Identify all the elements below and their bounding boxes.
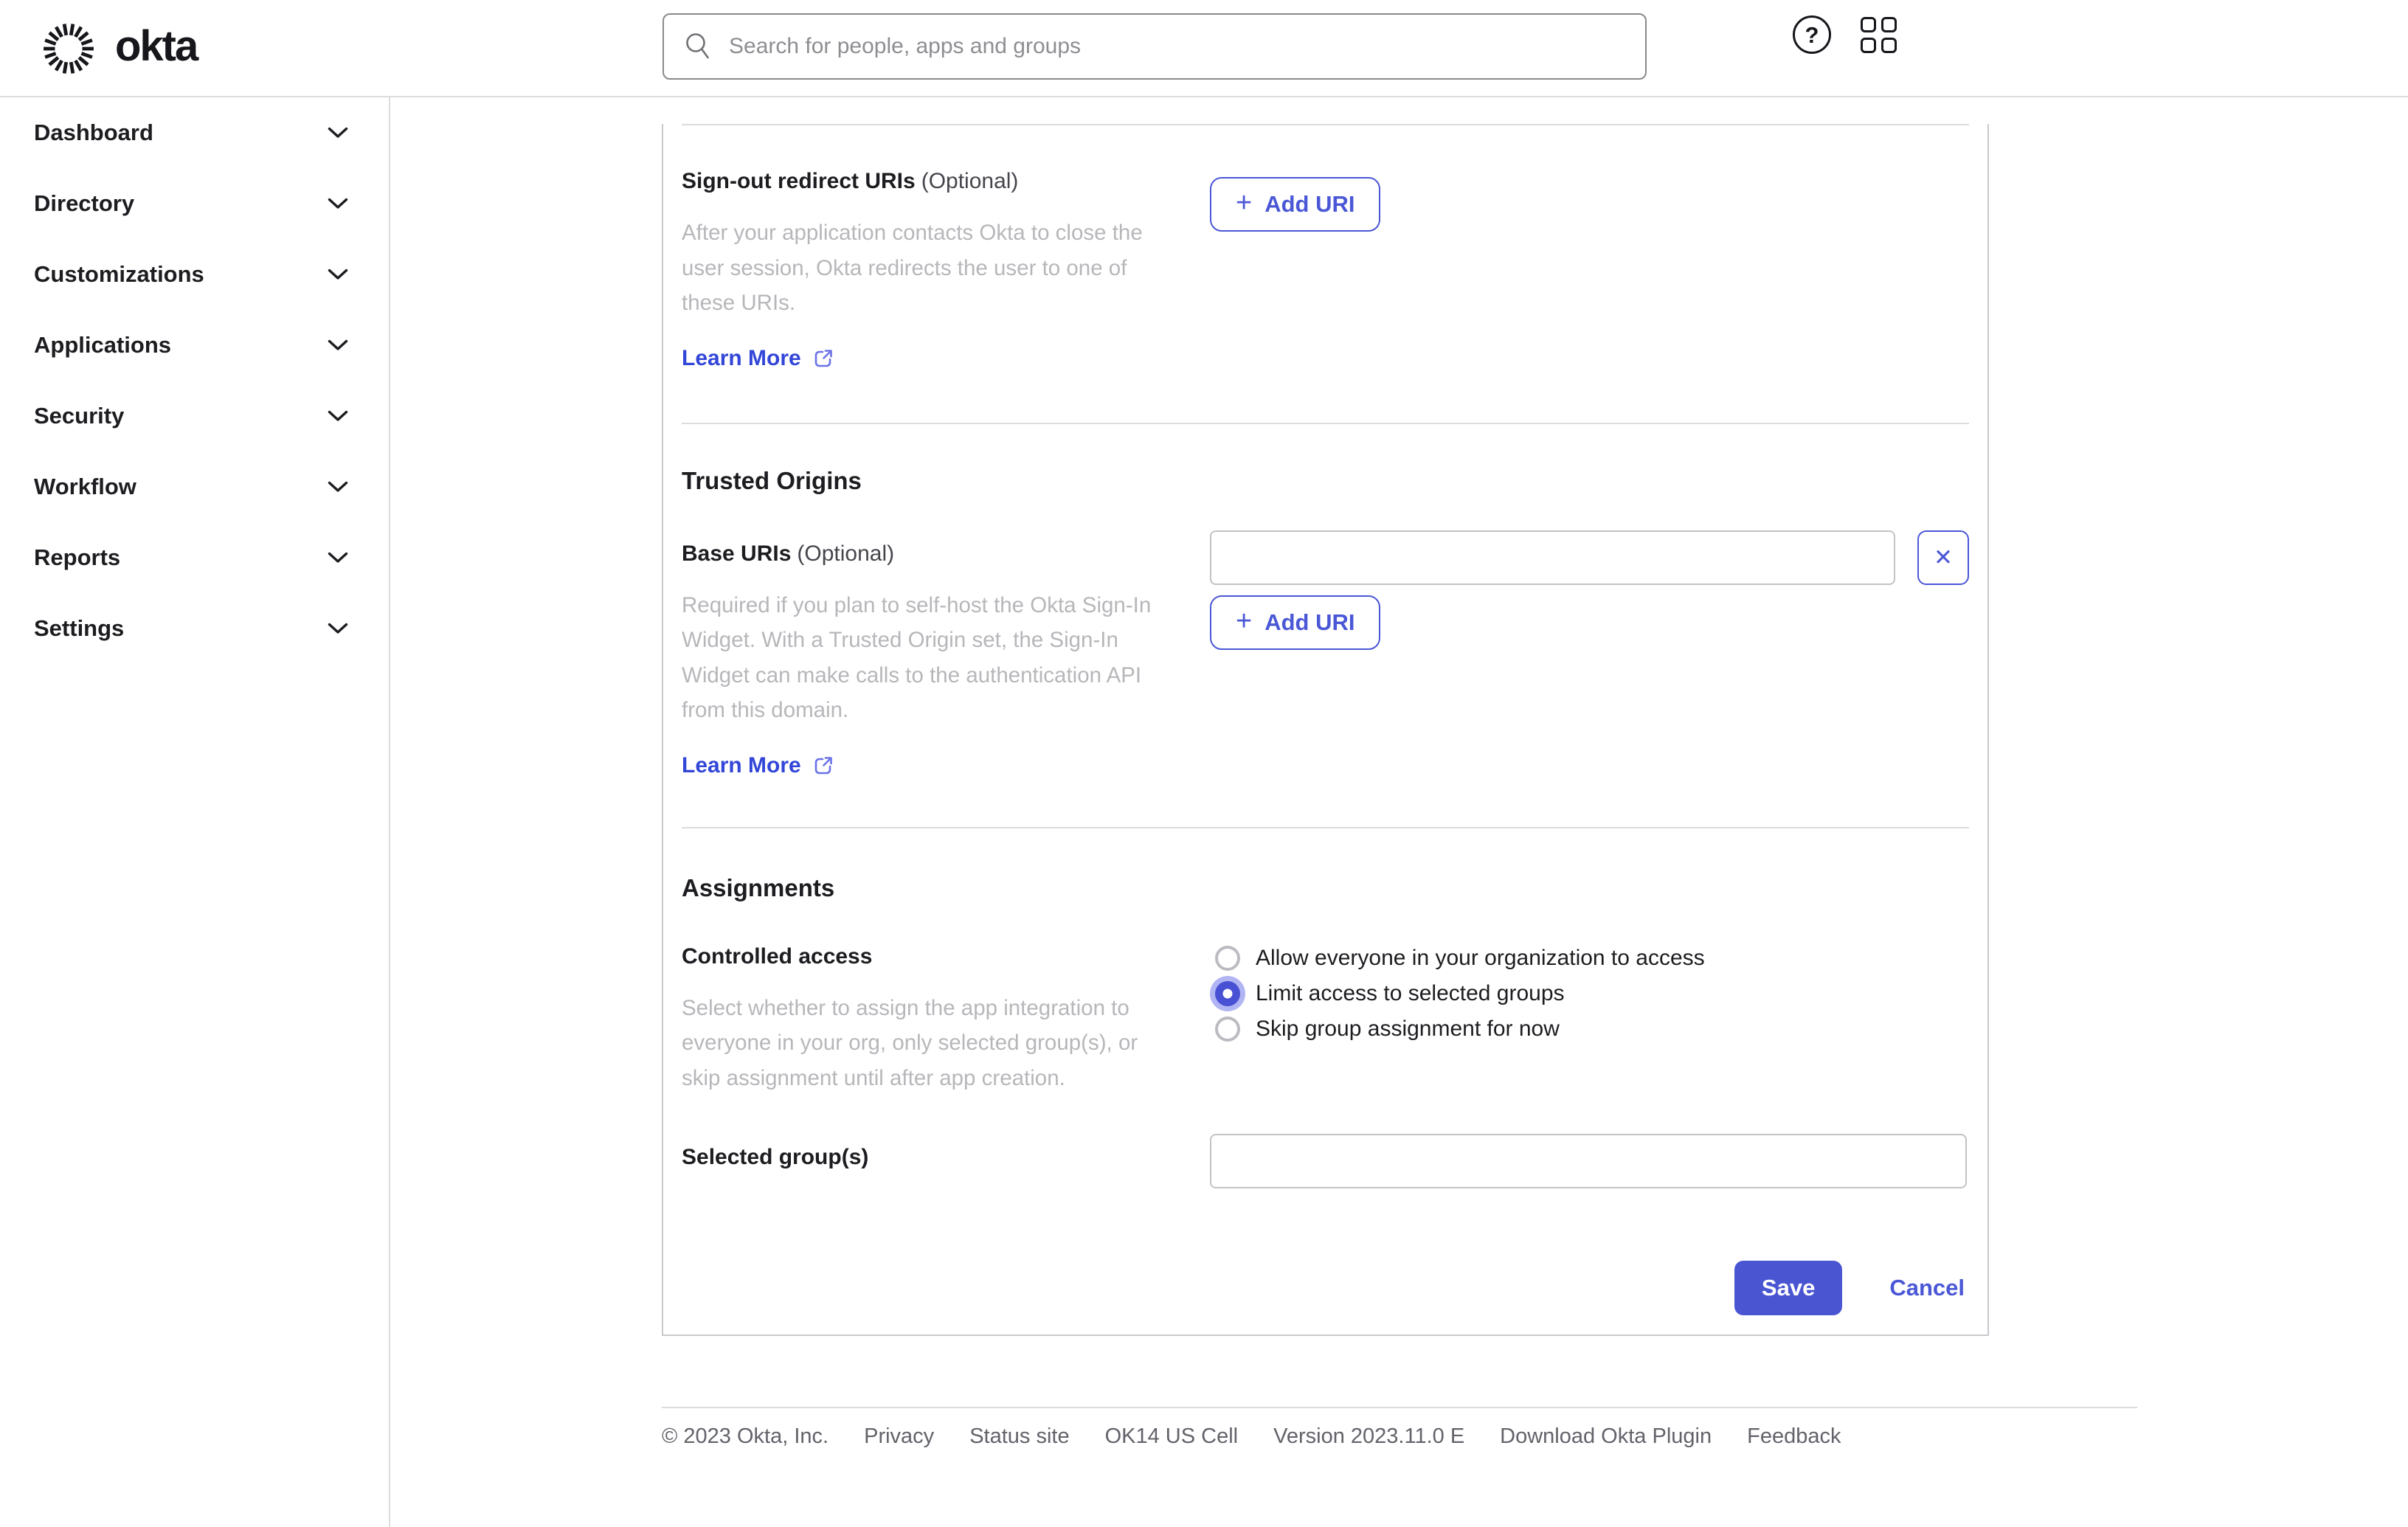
- signout-learn-more-link[interactable]: Learn More: [682, 346, 834, 371]
- add-base-uri-button[interactable]: + Add URI: [1210, 595, 1381, 650]
- chevron-down-icon: [328, 481, 348, 492]
- chevron-down-icon: [328, 127, 348, 138]
- radio-button[interactable]: [1215, 980, 1240, 1006]
- footer-download-plugin-link[interactable]: Download Okta Plugin: [1500, 1424, 1712, 1449]
- footer: © 2023 Okta, Inc. Privacy Status site OK…: [662, 1407, 2137, 1449]
- plus-icon: +: [1236, 605, 1253, 637]
- save-button[interactable]: Save: [1734, 1261, 1843, 1315]
- cancel-button[interactable]: Cancel: [1889, 1275, 1965, 1301]
- base-uri-input[interactable]: [1210, 530, 1895, 585]
- sidebar-item-customizations[interactable]: Customizations: [0, 239, 389, 310]
- sidebar-item-applications[interactable]: Applications: [0, 310, 389, 381]
- radio-button[interactable]: [1215, 1016, 1240, 1042]
- sidebar-item-reports[interactable]: Reports: [0, 522, 389, 593]
- trusted-origins-learn-more-link[interactable]: Learn More: [682, 753, 834, 778]
- external-link-icon: [814, 349, 832, 367]
- sidebar-item-security[interactable]: Security: [0, 381, 389, 451]
- external-link-icon: [814, 756, 832, 774]
- radio-limit-groups[interactable]: Limit access to selected groups: [1210, 976, 1969, 1011]
- controlled-access-label: Controlled access: [682, 943, 873, 969]
- app-switcher-icon[interactable]: [1861, 16, 1897, 53]
- selected-groups-label: Selected group(s): [682, 1145, 869, 1169]
- chevron-down-icon: [328, 552, 348, 563]
- header-icons: ?: [1793, 15, 1897, 54]
- assignments-section: Assignments Controlled access Select whe…: [682, 828, 1969, 1335]
- add-signout-uri-button[interactable]: + Add URI: [1210, 177, 1381, 232]
- footer-status-site-link[interactable]: Status site: [969, 1424, 1069, 1449]
- selected-groups-input[interactable]: [1210, 1134, 1967, 1188]
- trusted-origins-heading: Trusted Origins: [682, 466, 862, 494]
- global-search: [662, 13, 1647, 80]
- search-icon: [686, 33, 709, 59]
- okta-wordmark: okta: [115, 21, 198, 70]
- footer-feedback-link[interactable]: Feedback: [1747, 1424, 1841, 1449]
- trusted-origins-section: Trusted Origins Base URIs (Optional) Requ…: [682, 424, 1969, 827]
- sidebar-item-dashboard[interactable]: Dashboard: [0, 97, 389, 168]
- chevron-down-icon: [328, 410, 348, 421]
- help-button[interactable]: ?: [1793, 15, 1831, 54]
- chevron-down-icon: [328, 269, 348, 280]
- footer-copyright: © 2023 Okta, Inc.: [662, 1424, 829, 1448]
- chevron-down-icon: [328, 623, 348, 634]
- sidebar: Dashboard Directory Customizations Appli…: [0, 97, 390, 1527]
- form-actions: Save Cancel: [682, 1261, 1969, 1334]
- sidebar-item-directory[interactable]: Directory: [0, 168, 389, 239]
- radio-button[interactable]: [1215, 945, 1240, 971]
- radio-skip-assignment[interactable]: Skip group assignment for now: [1210, 1011, 1969, 1047]
- radio-allow-everyone[interactable]: Allow everyone in your organization to a…: [1210, 941, 1969, 976]
- question-mark-icon: ?: [1793, 15, 1831, 54]
- base-uris-description: Required if you plan to self-host the Ok…: [682, 592, 1152, 723]
- footer-cell-label: OK14 US Cell: [1104, 1424, 1239, 1448]
- chevron-down-icon: [328, 198, 348, 209]
- signout-redirect-section: Sign-out redirect URIs (Optional) After y…: [682, 125, 1969, 423]
- controlled-access-description: Select whether to assign the app integra…: [682, 995, 1138, 1090]
- okta-logo[interactable]: okta: [41, 0, 198, 97]
- close-icon: ✕: [1934, 544, 1953, 570]
- remove-uri-button[interactable]: ✕: [1917, 530, 1969, 585]
- signout-redirect-label: Sign-out redirect URIs (Optional): [682, 169, 1019, 193]
- top-bar: okta ?: [0, 0, 2408, 97]
- assignments-heading: Assignments: [682, 873, 835, 901]
- footer-version-label: Version 2023.11.0 E: [1273, 1424, 1465, 1448]
- main-content: Sign-out redirect URIs (Optional) After y…: [390, 97, 2408, 1527]
- sidebar-item-settings[interactable]: Settings: [0, 593, 389, 664]
- okta-aura-icon: [44, 24, 94, 74]
- search-input[interactable]: [727, 24, 1645, 69]
- chevron-down-icon: [328, 339, 348, 350]
- plus-icon: +: [1236, 187, 1253, 218]
- base-uris-label: Base URIs (Optional): [682, 541, 895, 566]
- sidebar-item-workflow[interactable]: Workflow: [0, 451, 389, 522]
- signout-redirect-description: After your application contacts Okta to …: [682, 221, 1143, 315]
- footer-privacy-link[interactable]: Privacy: [864, 1424, 934, 1449]
- app-settings-card: Sign-out redirect URIs (Optional) After y…: [662, 124, 1989, 1336]
- controlled-access-radio-group: Allow everyone in your organization to a…: [1210, 941, 1969, 1047]
